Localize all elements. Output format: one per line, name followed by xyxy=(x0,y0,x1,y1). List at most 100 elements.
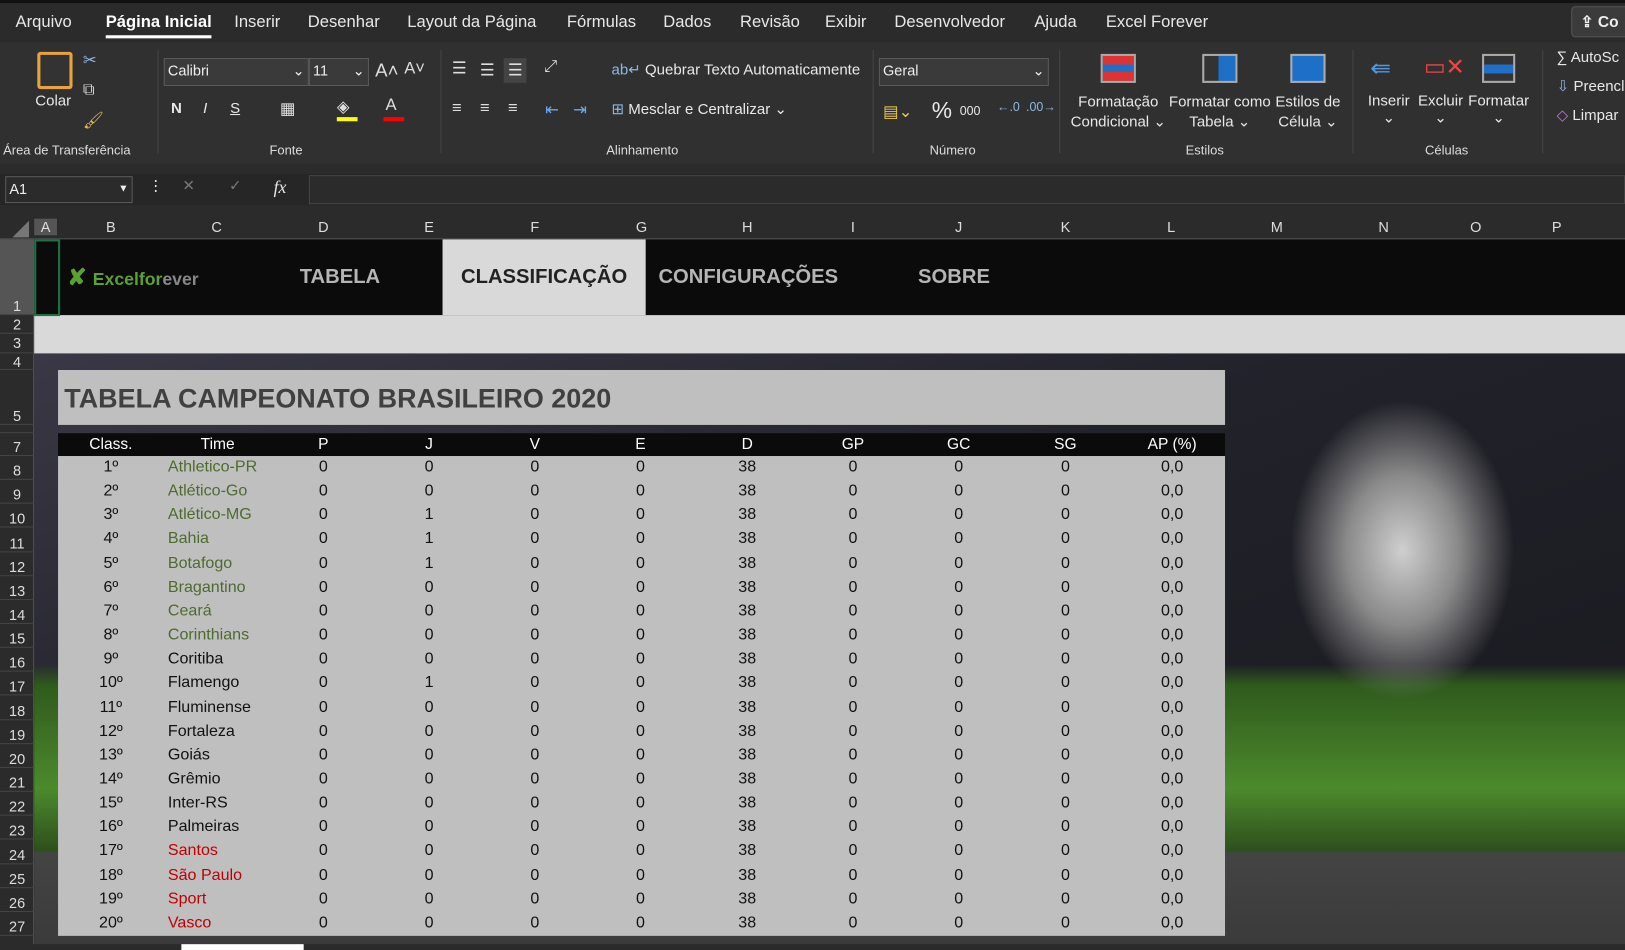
active-sheet-tab[interactable] xyxy=(181,944,304,950)
fill-button[interactable]: ⇩ Preencl xyxy=(1557,79,1625,96)
row-header[interactable]: 24 xyxy=(0,840,35,864)
column-header-D[interactable]: D xyxy=(272,219,376,236)
autosum-button[interactable]: ∑ AutoSc xyxy=(1557,50,1620,67)
nav-0[interactable]: TABELA xyxy=(273,239,408,315)
align-right-icon[interactable]: ≡ xyxy=(508,99,518,118)
menu-tab-3[interactable]: Desenhar xyxy=(308,13,380,32)
selected-cell-a1[interactable] xyxy=(34,239,61,317)
column-header-L[interactable]: L xyxy=(1119,219,1223,236)
row-header[interactable]: 21 xyxy=(0,768,35,792)
column-header-M[interactable]: M xyxy=(1225,219,1329,236)
row-header[interactable]: 14 xyxy=(0,600,35,624)
menu-tab-10[interactable]: Ajuda xyxy=(1034,13,1076,32)
row-header[interactable]: 17 xyxy=(0,672,35,696)
column-header-G[interactable]: G xyxy=(590,219,694,236)
decrease-indent-icon[interactable]: ⇤ xyxy=(545,99,559,120)
nav-2[interactable]: CONFIGURAÇÕES xyxy=(646,239,851,315)
more-options-icon[interactable]: ⋮ xyxy=(148,178,163,195)
conditional-format-button[interactable]: Formatação Condicional ⌄ xyxy=(1071,93,1166,132)
thousands-button[interactable]: 000 xyxy=(960,104,981,119)
row-header[interactable]: 1 xyxy=(0,239,35,316)
menu-tab-6[interactable]: Dados xyxy=(663,13,711,32)
number-format-select[interactable]: Geral ⌄ xyxy=(878,58,1049,87)
insert-cells-button[interactable]: Inserir ⌄ xyxy=(1366,93,1412,126)
align-center-icon[interactable]: ≡ xyxy=(480,99,490,118)
select-all-button[interactable] xyxy=(12,220,30,238)
wrap-text-button[interactable]: ab↵ Quebrar Texto Automaticamente xyxy=(611,62,860,79)
decrease-decimal-icon[interactable]: .00→ xyxy=(1026,99,1056,114)
row-header[interactable]: 15 xyxy=(0,624,35,648)
shrink-font-button[interactable]: A˅ xyxy=(404,60,425,79)
column-header-C[interactable]: C xyxy=(165,219,269,236)
row-header[interactable]: 5 xyxy=(0,370,35,425)
clear-button[interactable]: ◇ Limpar xyxy=(1557,108,1619,125)
grow-font-button[interactable]: A˄ xyxy=(375,60,398,82)
column-header-J[interactable]: J xyxy=(907,219,1011,236)
column-header-I[interactable]: I xyxy=(801,219,905,236)
column-header-B[interactable]: B xyxy=(59,219,163,236)
menu-tab-11[interactable]: Excel Forever xyxy=(1106,13,1208,32)
bold-button[interactable]: N xyxy=(171,101,182,118)
column-header-E[interactable]: E xyxy=(377,219,481,236)
enter-icon[interactable]: ✓ xyxy=(229,178,242,195)
increase-decimal-icon[interactable]: ←.0 xyxy=(997,99,1020,114)
nav-3[interactable]: SOBRE xyxy=(884,239,1024,315)
italic-button[interactable]: I xyxy=(203,101,207,118)
align-left-icon[interactable]: ≡ xyxy=(452,99,462,118)
column-header-A[interactable]: A xyxy=(34,218,58,236)
cell-styles-button[interactable]: Estilos de Célula ⌄ xyxy=(1273,93,1343,132)
row-header[interactable] xyxy=(0,425,35,434)
orientation-icon[interactable]: ⤢ xyxy=(544,58,557,77)
row-header[interactable]: 22 xyxy=(0,792,35,816)
row-header[interactable]: 3 xyxy=(0,334,35,354)
column-header-P[interactable]: P xyxy=(1505,219,1609,236)
share-button[interactable]: ⇪ Co xyxy=(1571,6,1625,38)
row-header[interactable]: 16 xyxy=(0,648,35,672)
row-header[interactable]: 12 xyxy=(0,552,35,576)
menu-tab-2[interactable]: Inserir xyxy=(234,13,280,32)
align-top-icon[interactable]: ☰ xyxy=(452,58,467,79)
fill-color-icon[interactable]: ◈ xyxy=(337,96,350,117)
delete-cells-button[interactable]: Excluir ⌄ xyxy=(1418,93,1464,126)
menu-tab-1[interactable]: Página Inicial xyxy=(105,13,212,39)
column-header-K[interactable]: K xyxy=(1014,219,1118,236)
row-header[interactable]: 18 xyxy=(0,696,35,720)
row-header[interactable]: 10 xyxy=(0,504,35,528)
menu-tab-4[interactable]: Layout da Página xyxy=(407,13,536,32)
cancel-icon[interactable]: ✕ xyxy=(182,178,195,195)
name-box[interactable]: A1 ▼ xyxy=(5,176,133,204)
row-header[interactable]: 26 xyxy=(0,888,35,912)
menu-tab-5[interactable]: Fórmulas xyxy=(567,13,636,32)
row-header[interactable]: 13 xyxy=(0,576,35,600)
menu-tab-7[interactable]: Revisão xyxy=(740,13,800,32)
font-size-select[interactable]: 11 ⌄ xyxy=(308,58,369,87)
row-header[interactable]: 8 xyxy=(0,456,35,480)
row-header[interactable]: 19 xyxy=(0,720,35,744)
column-header-H[interactable]: H xyxy=(695,219,799,236)
format-painter-icon[interactable]: 🖌 xyxy=(83,110,104,131)
row-header[interactable]: 23 xyxy=(0,816,35,840)
row-header[interactable]: 9 xyxy=(0,480,35,504)
currency-icon[interactable]: ▤⌄ xyxy=(883,102,913,123)
increase-indent-icon[interactable]: ⇥ xyxy=(573,99,587,120)
insert-function-button[interactable]: fx xyxy=(274,177,287,198)
row-header[interactable]: 27 xyxy=(0,912,35,936)
font-color-icon[interactable]: A xyxy=(386,96,397,115)
column-header-N[interactable]: N xyxy=(1332,219,1436,236)
menu-tab-9[interactable]: Desenvolvedor xyxy=(894,13,1005,32)
merge-center-button[interactable]: ⊞ Mesclar e Centralizar ⌄ xyxy=(611,102,787,119)
row-header[interactable]: 11 xyxy=(0,528,35,552)
underline-button[interactable]: S xyxy=(230,101,240,118)
column-header-F[interactable]: F xyxy=(483,219,587,236)
cut-icon[interactable]: ✂ xyxy=(83,50,97,71)
row-header[interactable]: 4 xyxy=(0,353,35,370)
row-header[interactable]: 2 xyxy=(0,315,35,334)
copy-icon[interactable]: ⧉ xyxy=(83,81,95,100)
format-as-table-button[interactable]: Formatar como Tabela ⌄ xyxy=(1167,93,1273,132)
borders-icon[interactable]: ▦ xyxy=(280,98,296,119)
menu-tab-8[interactable]: Exibir xyxy=(825,13,866,32)
percent-button[interactable]: % xyxy=(932,97,952,124)
menu-tab-0[interactable]: Arquivo xyxy=(16,13,72,32)
align-middle-icon[interactable]: ☰ xyxy=(480,60,495,81)
nav-1[interactable]: CLASSIFICAÇÃO xyxy=(442,239,646,316)
